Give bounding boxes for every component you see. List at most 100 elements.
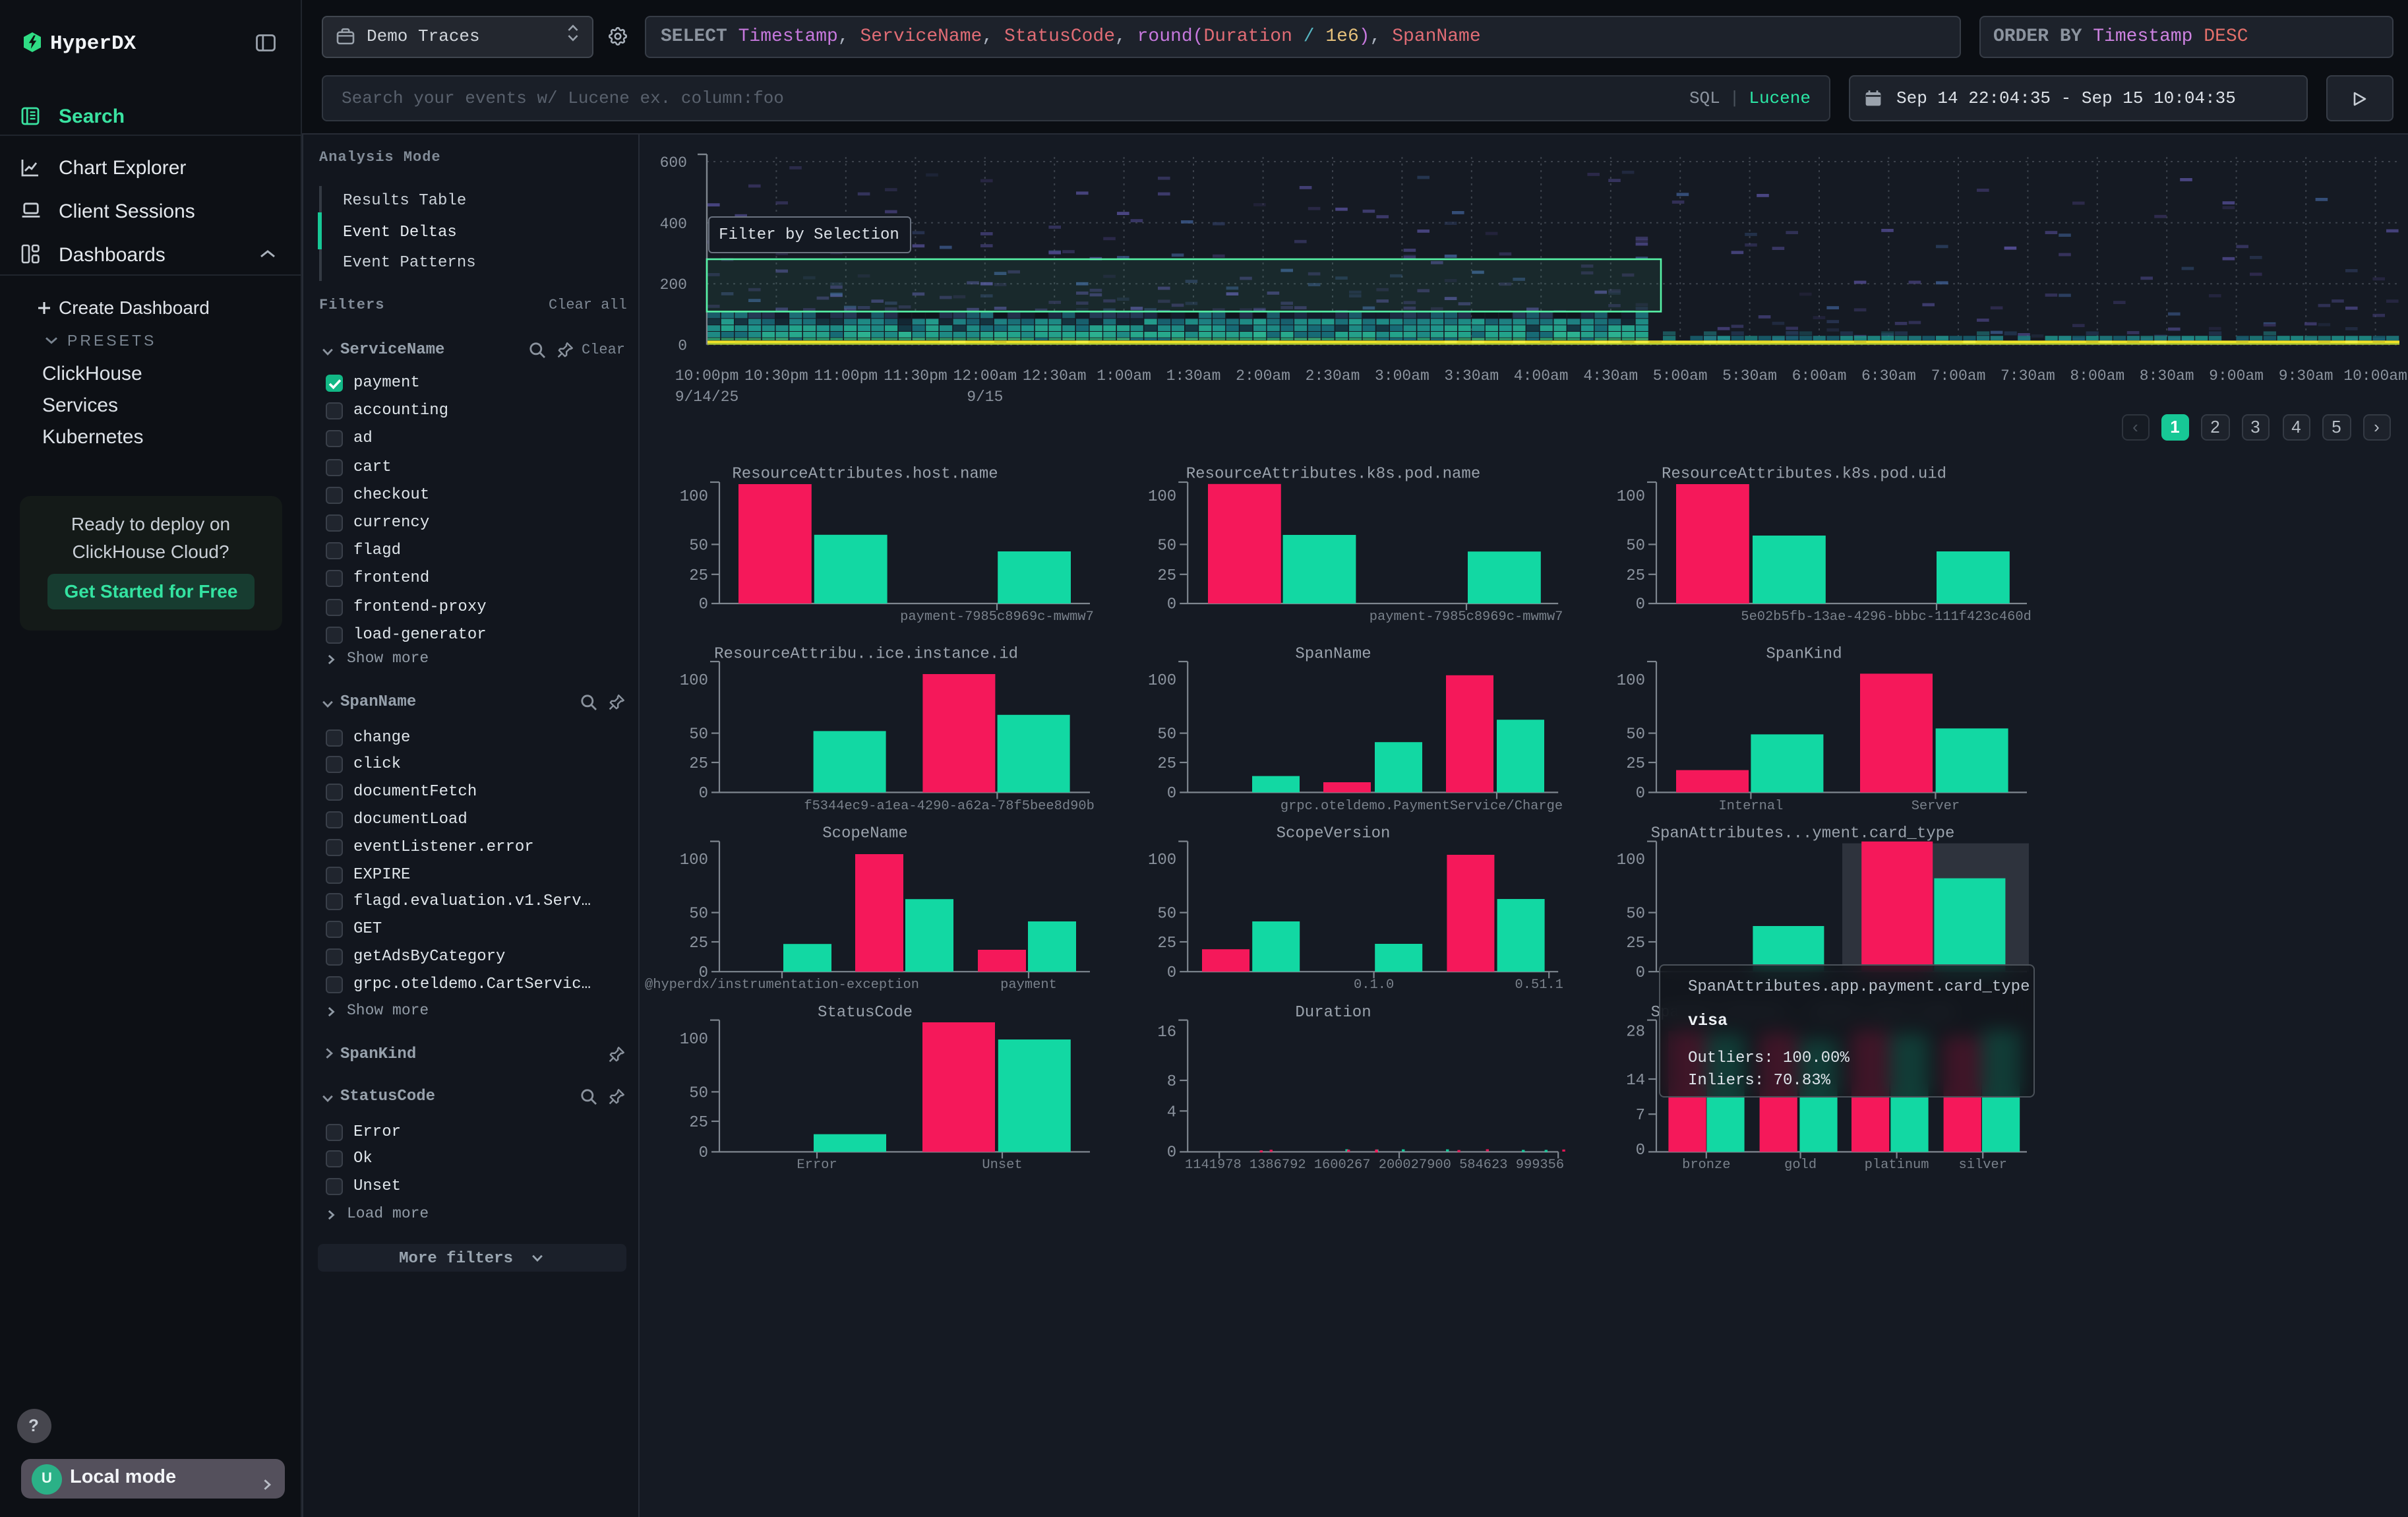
svg-text:0: 0 xyxy=(678,338,687,355)
svg-text:25: 25 xyxy=(1626,935,1645,952)
svg-text:50: 50 xyxy=(1157,537,1176,555)
svg-text:SpanName: SpanName xyxy=(1295,645,1371,663)
svg-text:2:00am: 2:00am xyxy=(1236,367,1290,385)
svg-text:25: 25 xyxy=(1157,567,1176,585)
svg-text:16: 16 xyxy=(1157,1024,1176,1041)
svg-text:9:30am: 9:30am xyxy=(2279,367,2333,385)
svg-text:1141978 1386792 1600267 200027: 1141978 1386792 1600267 200027900 584623… xyxy=(1185,1158,1564,1173)
svg-text:600: 600 xyxy=(660,154,687,171)
svg-text:6:30am: 6:30am xyxy=(1861,367,1916,385)
svg-text:100: 100 xyxy=(1617,488,1645,506)
svg-text:12:30am: 12:30am xyxy=(1023,367,1087,385)
svg-text:0: 0 xyxy=(699,596,708,614)
svg-text:9/14/25: 9/14/25 xyxy=(675,388,739,406)
svg-text:5:30am: 5:30am xyxy=(1722,367,1777,385)
svg-text:14: 14 xyxy=(1626,1072,1645,1090)
svg-text:f5344ec9-a1ea-4290-a62a-78f5be: f5344ec9-a1ea-4290-a62a-78f5bee8d90b xyxy=(804,799,1095,814)
svg-text:4:30am: 4:30am xyxy=(1583,367,1638,385)
svg-text:100: 100 xyxy=(1148,672,1176,690)
svg-text:0: 0 xyxy=(1636,785,1645,803)
svg-text:Error: Error xyxy=(797,1158,837,1173)
svg-text:0: 0 xyxy=(699,785,708,803)
svg-text:0: 0 xyxy=(1167,596,1176,614)
svg-text:ResourceAttributes.k8s.pod.nam: ResourceAttributes.k8s.pod.name xyxy=(1186,465,1480,483)
svg-text:3:00am: 3:00am xyxy=(1375,367,1430,385)
svg-text:9:00am: 9:00am xyxy=(2209,367,2264,385)
svg-text:25: 25 xyxy=(1157,935,1176,952)
svg-text:0.51.1: 0.51.1 xyxy=(1515,977,1563,993)
svg-text:11:30pm: 11:30pm xyxy=(884,367,948,385)
svg-text:50: 50 xyxy=(1626,906,1645,923)
svg-text:SpanAttributes...yment.card_ty: SpanAttributes...yment.card_type xyxy=(1651,825,1955,843)
svg-text:7:00am: 7:00am xyxy=(1931,367,1986,385)
svg-text:0: 0 xyxy=(1636,596,1645,614)
svg-text:10:30pm: 10:30pm xyxy=(744,367,808,385)
svg-text:6:00am: 6:00am xyxy=(1792,367,1847,385)
svg-text:ResourceAttribu..ice.instance.: ResourceAttribu..ice.instance.id xyxy=(714,645,1018,663)
svg-text:10:00pm: 10:00pm xyxy=(675,367,739,385)
svg-text:1:00am: 1:00am xyxy=(1097,367,1151,385)
svg-text:11:00pm: 11:00pm xyxy=(814,367,878,385)
svg-text:50: 50 xyxy=(689,537,708,555)
svg-text:0.1.0: 0.1.0 xyxy=(1354,977,1394,993)
svg-text:50: 50 xyxy=(1626,726,1645,744)
svg-text:50: 50 xyxy=(689,726,708,744)
svg-text:0: 0 xyxy=(699,1144,708,1162)
svg-text:9/15: 9/15 xyxy=(967,388,1003,406)
svg-text:grpc.oteldemo.PaymentService/C: grpc.oteldemo.PaymentService/Charge xyxy=(1280,799,1563,814)
svg-text:8: 8 xyxy=(1167,1073,1176,1091)
svg-text:payment-7985c8969c-mwmw7: payment-7985c8969c-mwmw7 xyxy=(1370,609,1563,625)
svg-text:payment-7985c8969c-mwmw7: payment-7985c8969c-mwmw7 xyxy=(900,609,1094,625)
svg-text:4: 4 xyxy=(1167,1103,1176,1121)
svg-text:1:30am: 1:30am xyxy=(1166,367,1221,385)
svg-text:50: 50 xyxy=(1157,726,1176,744)
svg-text:Unset: Unset xyxy=(982,1158,1022,1173)
svg-text:25: 25 xyxy=(689,1114,708,1132)
svg-text:28: 28 xyxy=(1626,1023,1645,1041)
svg-text:50: 50 xyxy=(689,906,708,923)
svg-text:platinum: platinum xyxy=(1865,1158,1929,1173)
svg-text:payment: payment xyxy=(1000,977,1057,993)
svg-text:4:00am: 4:00am xyxy=(1514,367,1569,385)
svg-text:25: 25 xyxy=(689,935,708,952)
svg-text:ScopeName: ScopeName xyxy=(822,825,908,843)
svg-text:100: 100 xyxy=(1148,488,1176,506)
svg-text:Duration: Duration xyxy=(1295,1004,1371,1022)
svg-text:50: 50 xyxy=(689,1084,708,1102)
svg-text:0: 0 xyxy=(1167,964,1176,982)
svg-text:8:00am: 8:00am xyxy=(2070,367,2124,385)
svg-text:25: 25 xyxy=(1626,567,1645,585)
svg-text:25: 25 xyxy=(689,567,708,585)
svg-text:7: 7 xyxy=(1636,1107,1645,1125)
svg-text:3:30am: 3:30am xyxy=(1444,367,1499,385)
svg-text:ResourceAttributes.k8s.pod.uid: ResourceAttributes.k8s.pod.uid xyxy=(1662,465,1946,483)
svg-text:Server: Server xyxy=(1911,799,1960,814)
svg-text:5e02b5fb-13ae-4296-bbbc-111f42: 5e02b5fb-13ae-4296-bbbc-111f423c460d xyxy=(1741,609,2032,625)
svg-text:0: 0 xyxy=(1167,1144,1176,1162)
svg-text:100: 100 xyxy=(680,488,708,506)
svg-text:2:30am: 2:30am xyxy=(1306,367,1360,385)
svg-text:100: 100 xyxy=(1148,851,1176,869)
svg-text:StatusCode: StatusCode xyxy=(818,1004,913,1022)
svg-text:10:00am: 10:00am xyxy=(2343,367,2407,385)
svg-text:8:30am: 8:30am xyxy=(2140,367,2194,385)
svg-text:25: 25 xyxy=(1157,755,1176,773)
svg-text:12:00am: 12:00am xyxy=(953,367,1017,385)
svg-text:100: 100 xyxy=(680,672,708,690)
svg-text:0: 0 xyxy=(1636,1142,1645,1160)
svg-text:0: 0 xyxy=(1167,785,1176,803)
svg-text:25: 25 xyxy=(1626,755,1645,773)
svg-text:ResourceAttributes.host.name: ResourceAttributes.host.name xyxy=(732,465,998,483)
svg-text:SpanKind: SpanKind xyxy=(1766,645,1842,663)
svg-text:bronze: bronze xyxy=(1682,1158,1730,1173)
svg-text:100: 100 xyxy=(1617,672,1645,690)
svg-text:ScopeVersion: ScopeVersion xyxy=(1277,825,1391,843)
svg-text:200: 200 xyxy=(660,276,687,294)
svg-text:Internal: Internal xyxy=(1718,799,1783,814)
svg-text:0: 0 xyxy=(1636,964,1645,982)
svg-text:100: 100 xyxy=(680,851,708,869)
svg-text:50: 50 xyxy=(1626,537,1645,555)
svg-text:100: 100 xyxy=(680,1031,708,1049)
svg-text:@hyperdx/instrumentation-excep: @hyperdx/instrumentation-exception xyxy=(645,977,919,993)
svg-text:400: 400 xyxy=(660,216,687,233)
